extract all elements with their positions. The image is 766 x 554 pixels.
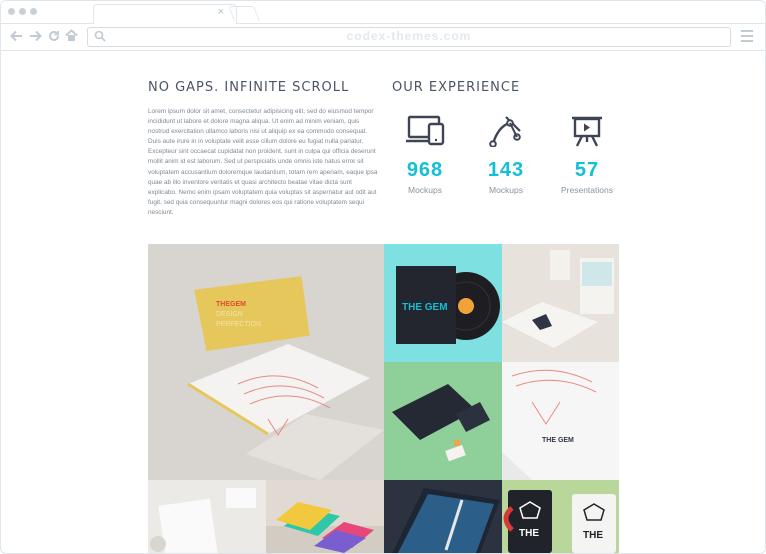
- section-heading-infinite-scroll: NO GAPS. INFINITE SCROLL: [148, 80, 350, 95]
- brand-text: THE GEM: [402, 302, 448, 313]
- browser-window: × codex-themes.com NO GAPS. INFINITE SCR…: [0, 0, 766, 554]
- page-content: NO GAPS. INFINITE SCROLL Lorem ipsum dol…: [1, 51, 765, 553]
- stationery-illustration: [392, 384, 490, 462]
- paper-illustration: THE GEM: [502, 362, 619, 480]
- devices-icon: [406, 115, 445, 146]
- gallery-tile-book-mockup[interactable]: THEGEM DESIGN PERFECTION: [148, 244, 384, 480]
- gallery-tile-stationery-green[interactable]: [384, 362, 502, 480]
- books-illustration: [502, 250, 614, 348]
- business-cards-illustration: [266, 502, 384, 553]
- tab-close-icon[interactable]: ×: [218, 6, 224, 18]
- stat-value: 143: [487, 159, 525, 181]
- arrow-left-icon[interactable]: [10, 30, 23, 42]
- stat-presentations: 57 Presentations: [553, 115, 621, 195]
- home-icon[interactable]: [65, 29, 78, 42]
- stat-label: Presentations: [561, 185, 613, 195]
- tablet-illustration: [392, 488, 500, 553]
- vinyl-illustration: THE GEM: [396, 266, 500, 344]
- book-title-line: PERFECTION: [216, 321, 261, 328]
- gallery-tile-mugs[interactable]: THE THE: [502, 480, 619, 553]
- portfolio-gallery: THEGEM DESIGN PERFECTION THE GEM THE GEM…: [148, 244, 619, 553]
- book-title-line: THEGEM: [216, 301, 246, 308]
- intro-paragraph: Lorem ipsum dolor sit amet, consectetur …: [148, 108, 378, 216]
- gallery-tile-paper-mockup[interactable]: THE GEM: [502, 362, 619, 480]
- stat-mockups-vector: 143 Mockups: [466, 115, 546, 195]
- browser-tab[interactable]: ×: [93, 4, 237, 24]
- url-text: codex-themes.com: [346, 29, 472, 43]
- mug-label: THE: [519, 528, 539, 539]
- new-tab-button[interactable]: [228, 6, 260, 21]
- mug-label: THE: [583, 530, 603, 541]
- arrow-right-icon[interactable]: [29, 30, 42, 42]
- book-title-line: DESIGN: [216, 311, 243, 318]
- mugs-illustration: THE THE: [503, 490, 616, 553]
- stat-value: 57: [574, 159, 600, 181]
- stat-value: 968: [406, 159, 444, 181]
- browser-toolbar: codex-themes.com: [1, 24, 765, 51]
- reload-icon[interactable]: [48, 30, 60, 42]
- gallery-tile-books-stack[interactable]: [502, 244, 619, 362]
- gallery-tile-vinyl-mockup[interactable]: THE GEM: [384, 244, 502, 362]
- address-bar[interactable]: codex-themes.com: [87, 27, 731, 47]
- vector-pen-icon: [489, 116, 521, 147]
- presentation-board-icon: [572, 116, 602, 147]
- letterhead-illustration: [150, 488, 256, 553]
- window-minimize-dot[interactable]: [19, 8, 26, 15]
- stat-mockups-devices: 968 Mockups: [385, 115, 465, 195]
- brand-text: THE GEM: [542, 437, 574, 444]
- stat-label: Mockups: [407, 185, 442, 195]
- gallery-tile-business-cards[interactable]: [266, 480, 384, 553]
- book-mockup-illustration: THEGEM DESIGN PERFECTION: [187, 276, 384, 480]
- window-maximize-dot[interactable]: [30, 8, 37, 15]
- gallery-tile-letterhead[interactable]: [148, 480, 266, 553]
- window-close-dot[interactable]: [8, 8, 15, 15]
- gallery-tile-tablet[interactable]: [384, 480, 502, 553]
- tab-bar: ×: [1, 1, 765, 24]
- stat-label: Mockups: [488, 185, 523, 195]
- hamburger-menu-icon[interactable]: [741, 30, 753, 45]
- section-heading-experience: OUR EXPERIENCE: [392, 80, 521, 95]
